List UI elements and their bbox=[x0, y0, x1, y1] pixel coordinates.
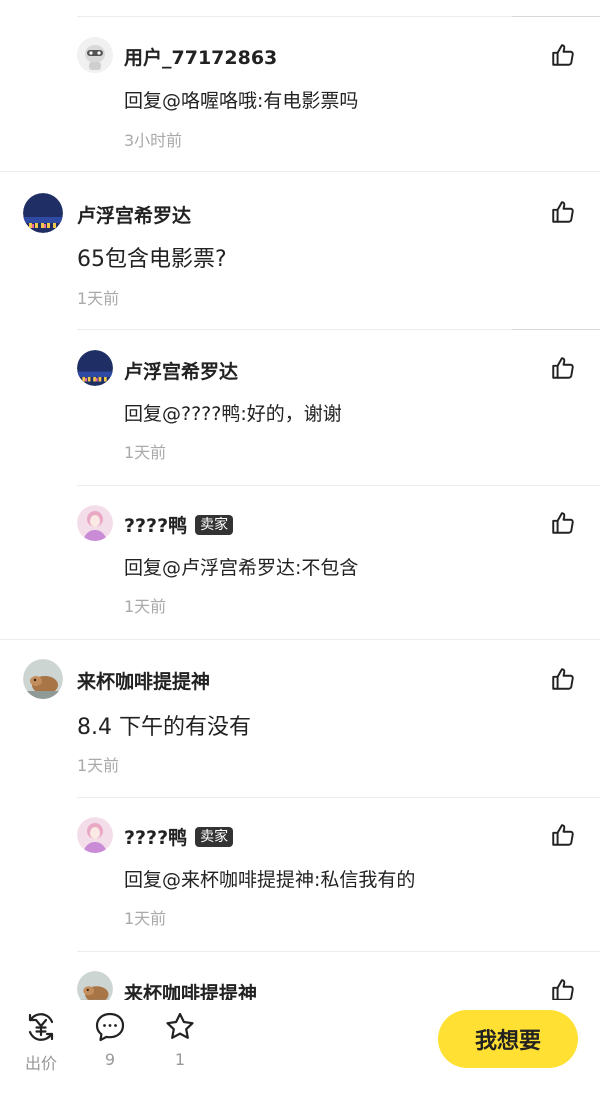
reply-comment: 用户_77172863 回复@咯喔咯哦:有电影票吗 3小时前 bbox=[0, 0, 600, 171]
like-icon[interactable] bbox=[550, 822, 576, 848]
comments-count: 9 bbox=[104, 1050, 116, 1069]
bottom-action-bar: 出价 9 1 我想要 bbox=[0, 1000, 600, 1101]
avatar[interactable] bbox=[23, 659, 63, 699]
avatar[interactable] bbox=[77, 817, 113, 853]
like-icon[interactable] bbox=[550, 510, 576, 536]
like-icon[interactable] bbox=[550, 355, 576, 381]
comment-time: 1天前 bbox=[124, 443, 167, 462]
comment-time: 1天前 bbox=[124, 597, 167, 616]
reply-comment: ????鸭 卖家 回复@卢浮宫希罗达:不包含 1天前 bbox=[0, 485, 600, 639]
reply-comment: 卢浮宫希罗达 回复@????鸭:好的，谢谢 1天前 bbox=[0, 329, 600, 485]
comment-item: 卢浮宫希罗达 65包含电影票? 1天前 bbox=[0, 171, 600, 329]
username-text: ????鸭 bbox=[124, 827, 188, 849]
comments-button[interactable]: 9 bbox=[90, 1010, 130, 1069]
comment-text: 回复@咯喔咯哦:有电影票吗 bbox=[124, 90, 359, 112]
comment-text: 回复@来杯咖啡提提神:私信我有的 bbox=[124, 869, 416, 891]
like-icon[interactable] bbox=[550, 199, 576, 225]
star-icon bbox=[166, 1012, 194, 1039]
avatar[interactable] bbox=[77, 505, 113, 541]
favorite-button[interactable]: 1 bbox=[160, 1010, 200, 1069]
comment-time: 1天前 bbox=[77, 289, 120, 308]
username[interactable]: ????鸭 卖家 bbox=[124, 511, 234, 538]
comment-time: 1天前 bbox=[77, 756, 120, 775]
chat-bubble-icon bbox=[95, 1012, 125, 1042]
username-text: 卢浮宫希罗达 bbox=[77, 205, 192, 227]
avatar[interactable] bbox=[77, 350, 113, 386]
comment-text: 回复@卢浮宫希罗达:不包含 bbox=[124, 557, 359, 579]
username[interactable]: ????鸭 卖家 bbox=[124, 823, 234, 850]
username-text: 用户_77172863 bbox=[124, 47, 278, 69]
avatar[interactable] bbox=[77, 37, 113, 73]
username[interactable]: 来杯咖啡提提神 bbox=[77, 667, 210, 694]
like-icon[interactable] bbox=[550, 666, 576, 692]
offer-label: 出价 bbox=[24, 1054, 57, 1073]
username-text: 来杯咖啡提提神 bbox=[77, 671, 211, 693]
username[interactable]: 卢浮宫希罗达 bbox=[77, 201, 191, 228]
username-text: 卢浮宫希罗达 bbox=[124, 361, 239, 383]
comment-item: 来杯咖啡提提神 8.4 下午的有没有 1天前 bbox=[0, 639, 600, 797]
avatar[interactable] bbox=[23, 193, 63, 233]
want-button[interactable]: 我想要 bbox=[438, 1010, 578, 1068]
username-text: ????鸭 bbox=[124, 515, 188, 537]
offer-button[interactable]: 出价 bbox=[21, 1010, 61, 1074]
reply-comment: ????鸭 卖家 回复@来杯咖啡提提神:私信我有的 1天前 bbox=[0, 797, 600, 951]
comment-text: 65包含电影票? bbox=[77, 247, 227, 272]
username[interactable]: 卢浮宫希罗达 bbox=[124, 357, 238, 384]
comment-text: 8.4 下午的有没有 bbox=[77, 715, 251, 740]
favorites-count: 1 bbox=[174, 1050, 186, 1069]
username[interactable]: 用户_77172863 bbox=[124, 43, 277, 70]
like-icon[interactable] bbox=[550, 42, 576, 68]
comment-time: 1天前 bbox=[124, 909, 167, 928]
seller-badge: 卖家 bbox=[195, 826, 234, 847]
comment-time: 3小时前 bbox=[124, 131, 183, 150]
yen-exchange-icon bbox=[28, 1013, 54, 1041]
seller-badge: 卖家 bbox=[195, 514, 234, 535]
comment-text: 回复@????鸭:好的，谢谢 bbox=[124, 403, 342, 425]
